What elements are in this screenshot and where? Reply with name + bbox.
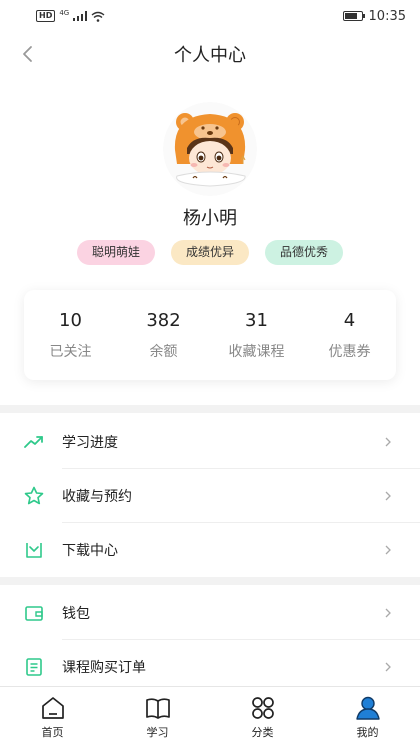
menu-item-downloads[interactable]: 下载中心	[0, 523, 420, 577]
tab-home[interactable]: 首页	[0, 687, 105, 747]
tab-label: 分类	[251, 726, 274, 739]
avatar[interactable]	[163, 102, 257, 196]
trend-up-icon	[24, 436, 43, 448]
tab-label: 首页	[41, 726, 64, 739]
stat-label: 收藏课程	[228, 343, 285, 360]
tab-category[interactable]: 分类	[210, 687, 315, 747]
stat-value: 31	[245, 309, 268, 331]
menu-item-progress[interactable]: 学习进度	[0, 415, 420, 469]
menu-label: 学习进度	[62, 435, 118, 451]
chevron-right-icon	[385, 437, 391, 447]
hd-badge: HD	[36, 10, 56, 22]
menu-label: 下载中心	[62, 543, 118, 559]
wallet-icon	[25, 606, 43, 621]
battery-fill	[344, 13, 358, 19]
signal-icon	[73, 11, 88, 21]
stat-favorites[interactable]: 31 收藏课程	[210, 290, 303, 380]
nav-bar: 个人中心	[0, 32, 420, 76]
stat-label: 优惠券	[328, 343, 371, 360]
tag-list: 聪明萌娃 成绩优异 品德优秀	[0, 240, 420, 265]
tab-study[interactable]: 学习	[105, 687, 210, 747]
tab-label: 我的	[356, 726, 379, 739]
chevron-left-icon	[23, 46, 32, 62]
grid-icon	[251, 697, 274, 719]
tag-smart: 聪明萌娃	[76, 240, 155, 265]
user-icon	[355, 696, 380, 720]
battery-icon	[342, 11, 365, 21]
back-button[interactable]	[14, 40, 42, 68]
status-time: 10:35	[368, 8, 406, 24]
menu-label: 钱包	[62, 606, 90, 622]
stat-label: 余额	[149, 343, 178, 360]
menu-label: 收藏与预约	[62, 489, 132, 505]
stat-coupons[interactable]: 4 优惠券	[303, 290, 396, 380]
status-bar: HD 4G 10:35	[0, 0, 420, 32]
menu-item-wallet[interactable]: 钱包	[0, 586, 420, 640]
chevron-right-icon	[385, 491, 391, 501]
stat-value: 4	[343, 309, 356, 331]
tab-label: 学习	[146, 726, 169, 739]
section-divider	[0, 577, 420, 585]
stat-following[interactable]: 10 已关注	[24, 290, 117, 380]
stat-value: 382	[146, 309, 181, 331]
bear-hood-avatar	[163, 102, 257, 196]
book-icon	[145, 698, 170, 719]
stats-card: 10 已关注 382 余额 31 收藏课程 4 优惠券	[24, 290, 396, 380]
tab-mine[interactable]: 我的	[315, 687, 420, 747]
order-list-icon	[26, 658, 42, 676]
tag-grades: 成绩优异	[170, 240, 249, 265]
page-title: 个人中心	[174, 45, 246, 66]
home-icon	[41, 697, 64, 719]
wifi-icon	[91, 11, 105, 22]
menu-item-favorites[interactable]: 收藏与预约	[0, 469, 420, 523]
chevron-right-icon	[385, 608, 391, 618]
section-divider	[0, 405, 420, 413]
tag-character: 品德优秀	[265, 240, 344, 265]
chevron-right-icon	[385, 545, 391, 555]
download-box-icon	[26, 543, 42, 558]
stat-label: 已关注	[49, 343, 92, 360]
tab-bar: 首页 学习 分类 我的	[0, 686, 420, 747]
stat-value: 10	[59, 309, 82, 331]
chevron-right-icon	[385, 662, 391, 672]
status-right: 10:35	[342, 8, 406, 24]
user-name: 杨小明	[183, 208, 237, 229]
menu-label: 课程购买订单	[62, 660, 146, 676]
star-icon	[24, 486, 44, 505]
status-left: HD 4G	[36, 9, 105, 22]
network-label: 4G	[59, 9, 70, 17]
stat-balance[interactable]: 382 余额	[117, 290, 210, 380]
